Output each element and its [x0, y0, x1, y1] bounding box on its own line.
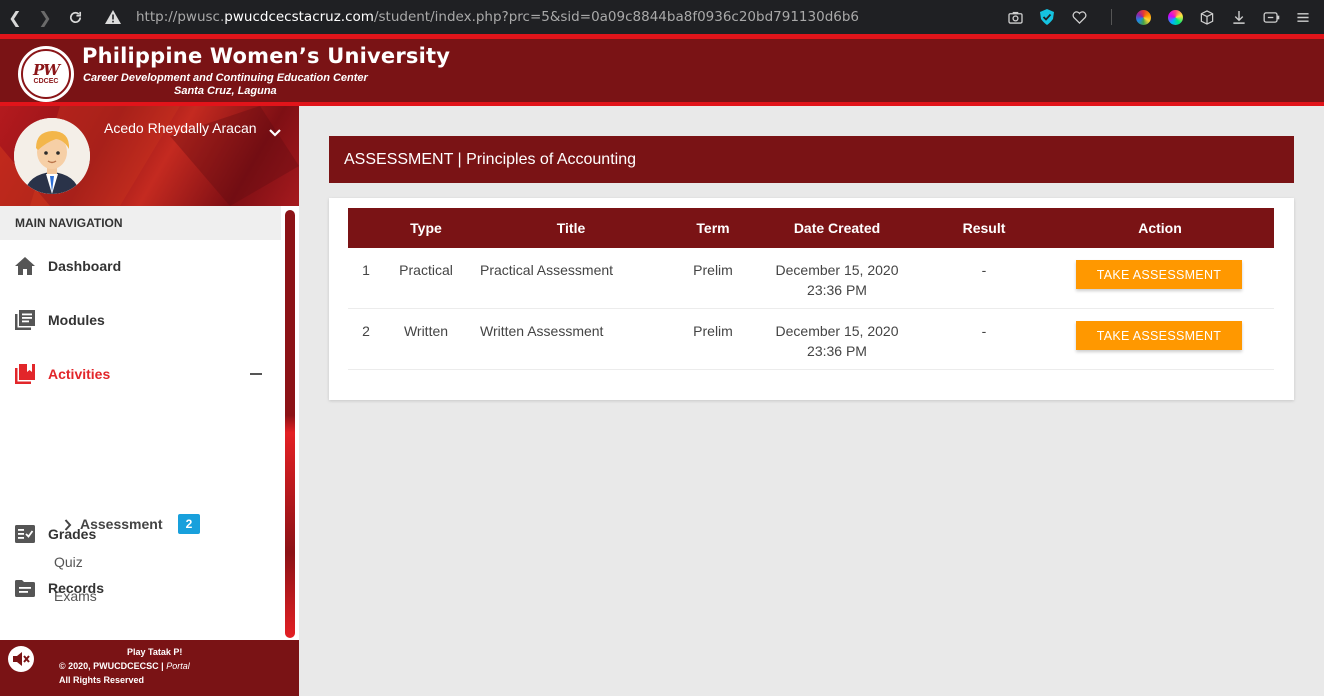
row-result: -	[981, 323, 987, 339]
sidebar-item-records[interactable]: Records	[0, 561, 281, 615]
sidebar: Acedo Rheydally Aracan MAIN NAVIGATION D…	[0, 106, 299, 696]
browser-toolbar: ❮ ❯ http://pwusc.pwucdcecstacruz.com/stu…	[0, 0, 1324, 34]
row-title: Written Assessment	[480, 323, 604, 339]
sidebar-item-label: Records	[48, 580, 105, 596]
sidebar-item-grades[interactable]: Grades	[0, 507, 281, 561]
table-row: 2 Written Written Assessment Prelim Dece…	[348, 309, 1274, 370]
records-icon	[14, 577, 36, 599]
logo-subtext: CDCEC	[33, 78, 59, 85]
heart-icon[interactable]	[1068, 6, 1090, 28]
rights-text: All Rights Reserved	[59, 675, 145, 685]
center-name: Career Development and Continuing Educat…	[83, 72, 368, 84]
row-time: 23:36 PM	[807, 343, 867, 359]
row-date-created: December 15, 2020 23:36 PM	[752, 321, 922, 361]
palette-icon[interactable]	[1164, 6, 1186, 28]
row-title: Practical Assessment	[480, 262, 614, 278]
user-panel: Acedo Rheydally Aracan	[0, 106, 299, 206]
column-header-term: Term	[696, 220, 730, 236]
url-path: /student/index.php?prc=5&sid=0a09c8844ba…	[373, 9, 860, 25]
row-type: Practical	[399, 262, 453, 278]
sidebar-item-label: Grades	[48, 526, 97, 542]
battery-icon[interactable]	[1260, 6, 1282, 28]
user-name[interactable]: Acedo Rheydally Aracan	[104, 120, 257, 136]
sidebar-item-activities[interactable]: Activities	[0, 347, 281, 401]
portal-label: Portal	[166, 661, 190, 671]
table-row: 1 Practical Practical Assessment Prelim …	[348, 248, 1274, 309]
sidebar-item-modules[interactable]: Modules	[0, 293, 281, 347]
campus-location: Santa Cruz, Laguna	[174, 85, 277, 97]
sidebar-item-dashboard[interactable]: Dashboard	[0, 239, 281, 293]
assessment-table-card: Type Title Term Date Created Result Acti…	[329, 198, 1294, 400]
chevron-down-icon[interactable]	[266, 124, 284, 142]
url-prefix: http://pwusc.	[136, 9, 225, 25]
site-header: PW CDCEC Philippine Women’s University C…	[0, 34, 1324, 106]
address-bar[interactable]: http://pwusc.pwucdcecstacruz.com/student…	[136, 9, 859, 25]
row-result: -	[981, 262, 987, 278]
column-header-date-created: Date Created	[793, 220, 881, 236]
table-header: Type Title Term Date Created Result Acti…	[348, 208, 1274, 248]
copyright-text: © 2020, PWUCDCECSC | Portal	[59, 661, 190, 671]
row-date-created: December 15, 2020 23:36 PM	[752, 260, 922, 300]
mute-audio-icon[interactable]	[8, 646, 34, 672]
row-term: Prelim	[693, 262, 733, 278]
camera-icon[interactable]	[1004, 6, 1026, 28]
column-header-title: Title	[556, 220, 586, 236]
column-header-type: Type	[410, 220, 442, 236]
row-number: 2	[362, 323, 370, 339]
row-date: December 15, 2020	[775, 323, 899, 339]
sidebar-item-label: Modules	[48, 312, 105, 328]
shield-check-icon[interactable]	[1036, 6, 1058, 28]
row-type: Written	[403, 323, 449, 339]
modules-icon	[14, 309, 36, 331]
back-icon[interactable]: ❮	[0, 0, 30, 34]
row-number: 1	[362, 262, 370, 278]
row-date: December 15, 2020	[775, 262, 899, 278]
insecure-warning-icon[interactable]	[104, 8, 122, 26]
column-header-action: Action	[1138, 220, 1182, 236]
collapse-icon[interactable]	[250, 373, 262, 375]
cube-icon[interactable]	[1196, 6, 1218, 28]
reload-icon[interactable]	[60, 0, 90, 34]
sidebar-footer: Play Tatak P! © 2020, PWUCDCECSC | Porta…	[0, 640, 299, 696]
color-wheel-icon[interactable]	[1132, 6, 1154, 28]
university-name: Philippine Women’s University	[82, 44, 451, 68]
row-term: Prelim	[693, 323, 733, 339]
sidebar-item-label: Dashboard	[48, 258, 122, 274]
row-time: 23:36 PM	[807, 282, 867, 298]
take-assessment-button[interactable]: TAKE ASSESSMENT	[1076, 260, 1242, 289]
activities-icon	[14, 363, 36, 385]
sidebar-item-label: Activities	[48, 366, 111, 382]
sidebar-scrollbar[interactable]	[285, 210, 295, 638]
column-header-result: Result	[962, 220, 1006, 236]
separator-icon	[1100, 6, 1122, 28]
page-title: ASSESSMENT | Principles of Accounting	[329, 136, 1294, 183]
play-tatak-label[interactable]: Play Tatak P!	[127, 647, 182, 657]
url-domain: pwucdcecstacruz.com	[224, 9, 374, 25]
download-icon[interactable]	[1228, 6, 1250, 28]
main-navigation-header: MAIN NAVIGATION	[0, 206, 281, 240]
copyright-label: © 2020, PWUCDCECSC |	[59, 661, 167, 671]
menu-icon[interactable]	[1292, 6, 1314, 28]
forward-icon[interactable]: ❯	[30, 0, 60, 34]
column-header-number	[348, 208, 384, 248]
university-logo[interactable]: PW CDCEC	[18, 46, 74, 102]
avatar[interactable]	[14, 118, 90, 194]
take-assessment-button[interactable]: TAKE ASSESSMENT	[1076, 321, 1242, 350]
home-icon	[14, 255, 36, 277]
grades-icon	[14, 523, 36, 545]
logo-text: PW	[32, 61, 60, 79]
